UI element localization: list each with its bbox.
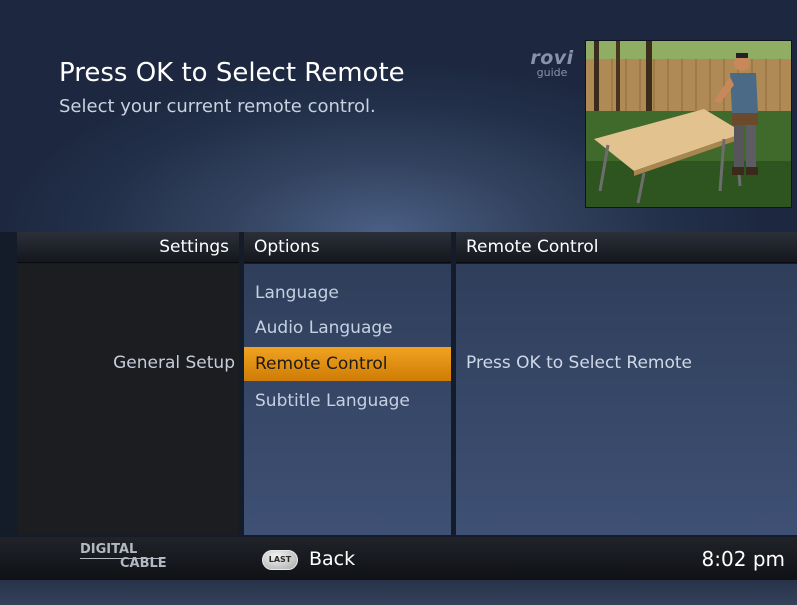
option-remote-control[interactable]: Remote Control <box>244 347 451 381</box>
logo-brand: rovi <box>530 47 574 69</box>
back-label[interactable]: Back <box>309 547 355 571</box>
clock: 8:02 pm <box>701 547 785 571</box>
detail-text: Press OK to Select Remote <box>466 353 692 373</box>
column-header-options: Options <box>244 232 451 263</box>
settings-item-general-setup[interactable]: General Setup <box>17 351 235 375</box>
brand-line-1: DIGITAL <box>80 542 138 557</box>
digital-cable-logo: DIGITAL CABLE <box>80 543 170 571</box>
settings-column: General Setup <box>17 264 239 535</box>
page-title: Press OK to Select Remote <box>59 58 405 88</box>
bottom-strip <box>0 580 797 605</box>
options-column: Language Audio Language Remote Control S… <box>244 264 451 535</box>
brand-divider <box>80 558 164 559</box>
option-subtitle-language[interactable]: Subtitle Language <box>244 384 451 418</box>
page-subtitle: Select your current remote control. <box>59 96 376 117</box>
footer-bar: DIGITAL CABLE LAST Back 8:02 pm <box>0 537 797 580</box>
guide-screen: Press OK to Select Remote Select your cu… <box>0 0 797 605</box>
option-language[interactable]: Language <box>244 276 451 310</box>
preview-image <box>586 41 791 207</box>
rovi-guide-logo: rovi guide <box>527 47 577 79</box>
column-header-settings: Settings <box>17 232 239 263</box>
column-header-detail: Remote Control <box>456 232 797 263</box>
live-tv-preview <box>585 40 792 208</box>
last-button-icon[interactable]: LAST <box>262 550 298 570</box>
option-audio-language[interactable]: Audio Language <box>244 311 451 345</box>
detail-column: Press OK to Select Remote <box>456 264 797 535</box>
brand-line-2: CABLE <box>120 556 167 571</box>
